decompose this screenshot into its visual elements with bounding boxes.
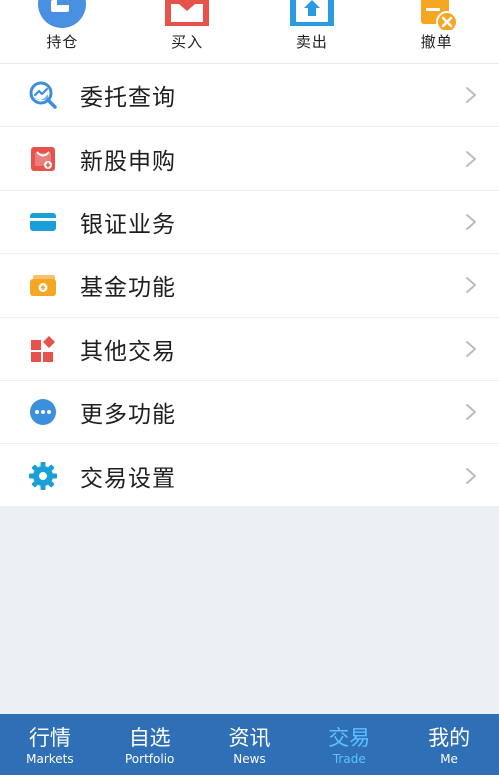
bank-card-icon xyxy=(30,212,56,231)
sell-button[interactable]: 卖出 xyxy=(250,0,375,64)
chevron-right-icon xyxy=(466,277,476,294)
sell-icon xyxy=(289,0,334,26)
menu-item-other-trades[interactable]: 其他交易 xyxy=(0,317,499,381)
menu-item-bank-securities[interactable]: 银证业务 xyxy=(0,190,499,255)
holdings-icon xyxy=(38,0,87,28)
cancel-order-icon xyxy=(420,0,458,30)
bottom-tab-bar: 行情 Markets 自选 Portfolio 资讯 News 交易 Trade… xyxy=(0,714,499,775)
holdings-label: 持仓 xyxy=(46,33,79,51)
menu-item-more-functions[interactable]: 更多功能 xyxy=(0,380,499,445)
menu-item-order-query[interactable]: 委托查询 xyxy=(0,64,499,128)
menu-item-ipo-subscribe[interactable]: 新股申购 xyxy=(0,127,499,191)
menu-label: 银证业务 xyxy=(80,211,176,238)
tab-label-cn: 行情 xyxy=(28,726,71,750)
tab-me[interactable]: 我的 Me xyxy=(399,714,499,775)
chevron-right-icon xyxy=(466,340,476,357)
ipo-bag-icon xyxy=(31,146,55,171)
empty-content-area xyxy=(0,506,499,715)
menu-label: 新股申购 xyxy=(80,148,176,175)
chevron-right-icon xyxy=(466,404,476,421)
menu-label: 更多功能 xyxy=(80,402,176,429)
search-chart-icon xyxy=(29,81,57,109)
tab-label-en: Portfolio xyxy=(125,752,175,766)
quick-actions-bar: 持仓 买入 卖出 撤单 xyxy=(0,0,499,64)
tab-markets[interactable]: 行情 Markets xyxy=(0,714,100,775)
menu-item-trade-settings[interactable]: 交易设置 xyxy=(0,444,499,508)
tab-portfolio[interactable]: 自选 Portfolio xyxy=(100,714,200,775)
buy-button[interactable]: 买入 xyxy=(125,0,250,64)
chevron-right-icon xyxy=(466,213,476,230)
more-dots-icon xyxy=(30,399,56,426)
sell-label: 卖出 xyxy=(295,33,328,51)
menu-label: 基金功能 xyxy=(80,275,176,302)
menu-item-fund-functions[interactable]: 基金功能 xyxy=(0,254,499,318)
tab-label-cn: 资讯 xyxy=(228,726,271,750)
tab-label-en: Trade xyxy=(332,752,366,766)
fund-money-icon xyxy=(30,275,56,297)
tab-label-en: News xyxy=(233,752,266,766)
menu-label: 委托查询 xyxy=(80,85,176,112)
chevron-right-icon xyxy=(466,468,476,485)
buy-icon xyxy=(165,0,210,26)
chevron-right-icon xyxy=(466,87,476,104)
menu-label: 其他交易 xyxy=(80,338,176,365)
apps-grid-icon xyxy=(31,335,55,362)
tab-label-cn: 交易 xyxy=(328,726,371,750)
tab-label-cn: 自选 xyxy=(128,726,171,750)
cancel-order-label: 撤单 xyxy=(420,33,453,51)
tab-label-cn: 我的 xyxy=(428,726,471,750)
tab-label-en: Me xyxy=(440,752,458,766)
tab-label-en: Markets xyxy=(26,752,74,766)
trade-menu-list: 委托查询 新股申购 银证业务 基金功能 其他交易 更多功能 交易设置 xyxy=(0,64,499,508)
tab-trade[interactable]: 交易 Trade xyxy=(299,714,399,775)
tab-news[interactable]: 资讯 News xyxy=(200,714,300,775)
gear-icon xyxy=(29,462,57,491)
trade-screen: 持仓 买入 卖出 撤单 委托查询 新股申购 银证业务 基金功能 其他交易 更多功… xyxy=(0,0,499,775)
chevron-right-icon xyxy=(466,150,476,167)
buy-label: 买入 xyxy=(171,33,204,51)
menu-label: 交易设置 xyxy=(80,466,176,493)
holdings-button[interactable]: 持仓 xyxy=(0,0,125,64)
cancel-order-button[interactable]: 撤单 xyxy=(374,0,499,64)
